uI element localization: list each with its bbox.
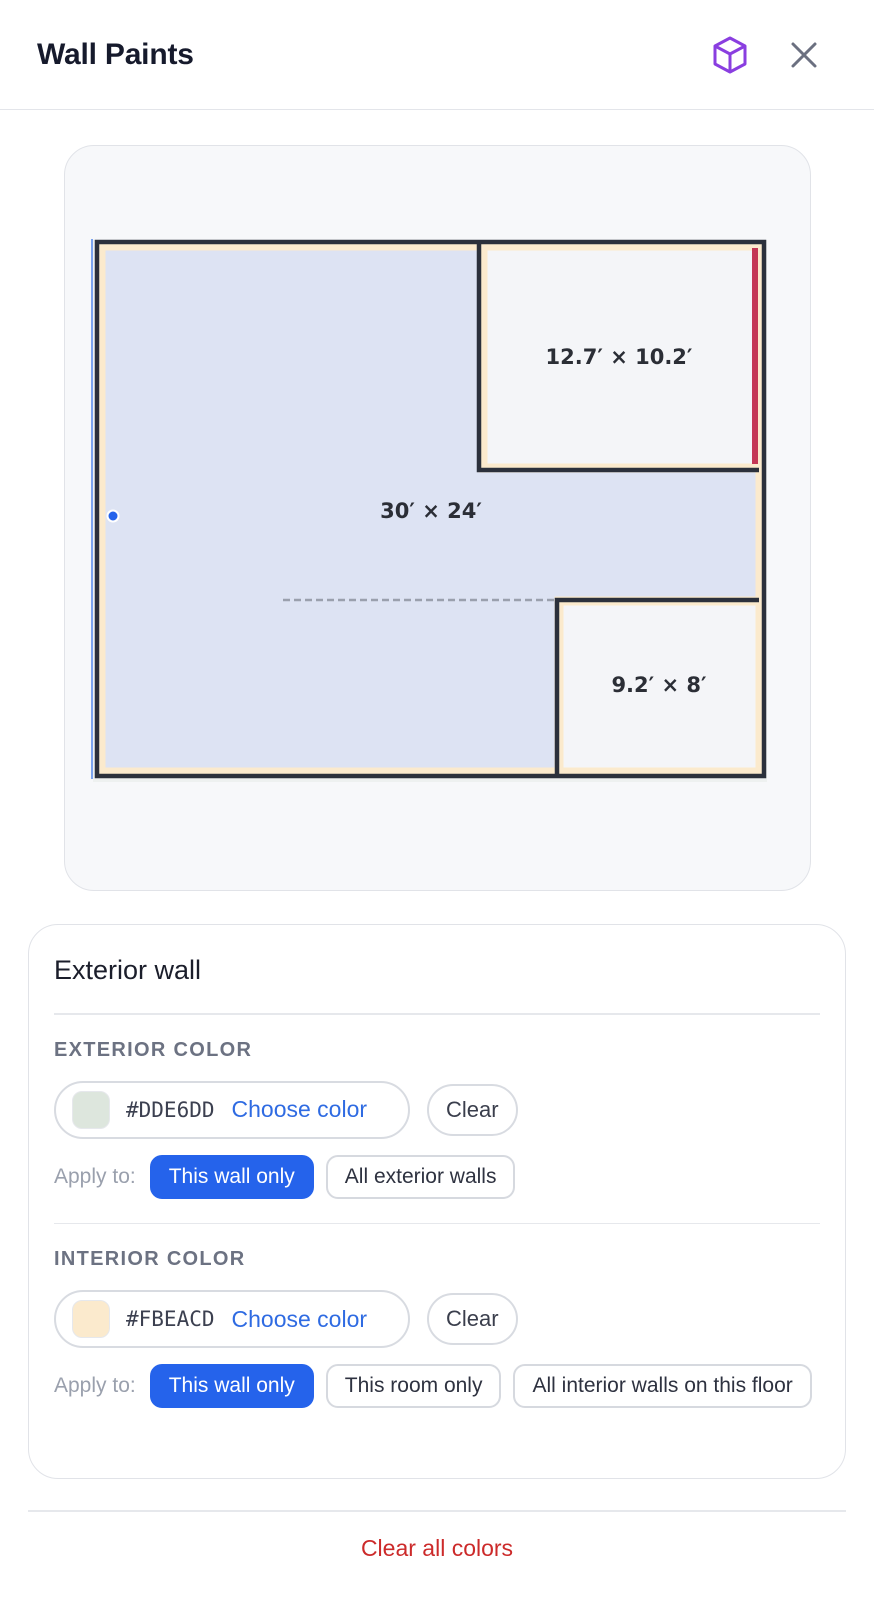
interior-color-picker[interactable]: #FBEACD Choose color	[54, 1290, 410, 1348]
interior-color-label: INTERIOR COLOR	[54, 1248, 246, 1270]
interior-apply-row: Apply to: This wall only This room only …	[54, 1364, 820, 1408]
footer-divider	[28, 1510, 846, 1512]
selected-wall-title: Exterior wall	[54, 955, 202, 985]
wall-paints-panel: Wall Paints 30′ × 24′ 12.7′ × 10.2′ 9.2′…	[0, 0, 874, 1600]
exterior-color-row: #DDE6DD Choose color Clear	[54, 1080, 820, 1139]
wall-edit-card: Exterior wall EXTERIOR COLOR #DDE6DD Cho…	[28, 924, 846, 1479]
divider	[54, 1222, 820, 1224]
divider	[54, 1013, 820, 1015]
exterior-color-label: EXTERIOR COLOR	[54, 1038, 253, 1061]
exterior-color-picker[interactable]: #DDE6DD Choose color	[54, 1080, 410, 1139]
exterior-clear-button[interactable]: Clear	[427, 1083, 518, 1136]
close-icon[interactable]	[784, 35, 824, 75]
interior-clear-button[interactable]: Clear	[427, 1293, 518, 1345]
interior-apply-this-room[interactable]: This room only	[325, 1364, 502, 1408]
panel-header: Wall Paints	[0, 0, 874, 110]
exterior-apply-label: Apply to:	[54, 1164, 136, 1188]
interior-color-swatch[interactable]	[72, 1300, 110, 1338]
interior-choose-color-button[interactable]: Choose color	[232, 1306, 368, 1333]
floorplan-preview: 30′ × 24′ 12.7′ × 10.2′ 9.2′ × 8′	[64, 145, 811, 891]
interior-color-hex: #FBEACD	[126, 1307, 215, 1331]
room-bottom-right-label: 9.2′ × 8′	[611, 673, 707, 697]
room-top-right-label: 12.7′ × 10.2′	[546, 345, 693, 369]
room-main-label: 30′ × 24′	[380, 499, 482, 523]
interior-apply-this-wall[interactable]: This wall only	[149, 1364, 314, 1408]
exterior-color-hex: #DDE6DD	[126, 1097, 215, 1122]
panel-title: Wall Paints	[37, 37, 194, 71]
exterior-color-swatch[interactable]	[72, 1090, 110, 1129]
floorplan-svg: 30′ × 24′ 12.7′ × 10.2′ 9.2′ × 8′	[91, 239, 767, 782]
exterior-choose-color-button[interactable]: Choose color	[232, 1096, 368, 1123]
exterior-apply-this-wall[interactable]: This wall only	[149, 1154, 314, 1199]
exterior-apply-row: Apply to: This wall only All exterior wa…	[54, 1154, 820, 1199]
exterior-apply-all-exterior[interactable]: All exterior walls	[325, 1154, 516, 1199]
clear-all-colors-button[interactable]: Clear all colors	[0, 1535, 874, 1562]
header-actions	[710, 35, 824, 75]
wall-handle-dot[interactable]	[106, 509, 120, 523]
cube-icon[interactable]	[710, 35, 750, 75]
interior-apply-label: Apply to:	[54, 1374, 136, 1397]
interior-apply-all-floor[interactable]: All interior walls on this floor	[513, 1364, 812, 1408]
interior-color-row: #FBEACD Choose color Clear	[54, 1290, 820, 1348]
